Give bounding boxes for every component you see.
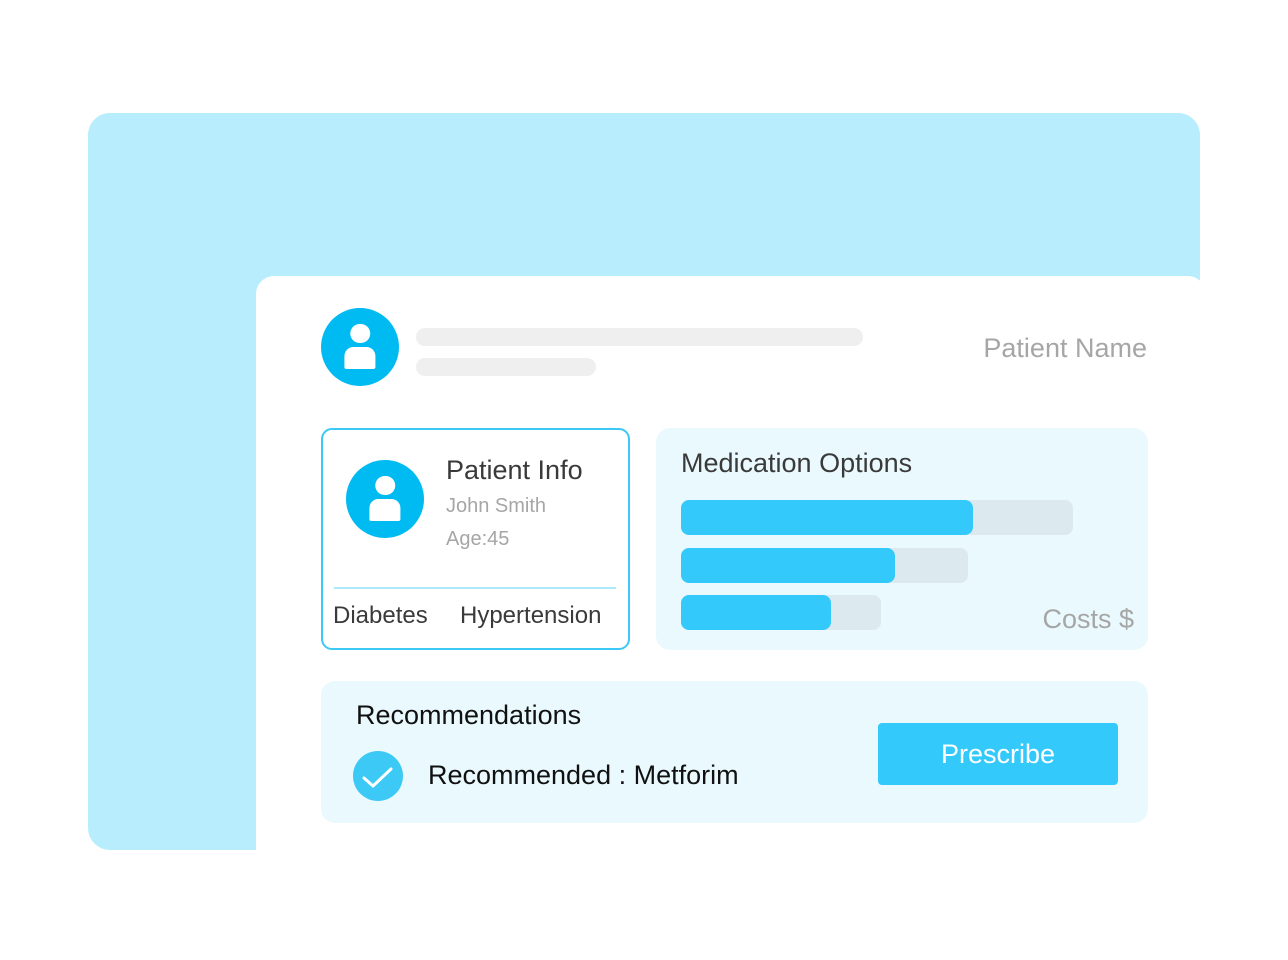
medication-bar-3[interactable] [681, 595, 881, 630]
prescribe-button[interactable]: Prescribe [878, 723, 1118, 785]
divider [334, 587, 616, 589]
check-circle-icon [353, 751, 403, 801]
medication-bar-2[interactable] [681, 548, 968, 583]
medication-bar-fill [681, 500, 974, 535]
condition-hypertension: Hypertension [460, 602, 602, 629]
recommended-medication: Recommended : Metforim [428, 760, 739, 790]
patient-info-card[interactable]: Patient Info John Smith Age:45 Diabetes … [321, 428, 630, 650]
patient-age: Age:45 [446, 528, 510, 550]
medication-options-title: Medication Options [681, 448, 913, 478]
placeholder-line [416, 328, 863, 346]
user-icon [346, 460, 424, 538]
medication-bar-fill [681, 595, 831, 630]
condition-diabetes: Diabetes [333, 602, 428, 629]
placeholder-line [416, 358, 596, 376]
medication-bar-1[interactable] [681, 500, 1073, 535]
recommendations-title: Recommendations [356, 700, 582, 730]
recommendations-panel: Recommendations Recommended : Metforim P… [321, 681, 1148, 823]
patient-info-title: Patient Info [446, 455, 583, 485]
patient-name-label: Patient Name [983, 333, 1147, 363]
medication-options-panel: Medication Options Costs $ [656, 428, 1148, 650]
app-frame: Patient Name Patient Info John Smith Age… [88, 113, 1206, 910]
costs-label: Costs $ [1042, 604, 1134, 634]
patient-name: John Smith [446, 495, 547, 517]
patient-dashboard-card: Patient Name Patient Info John Smith Age… [256, 276, 1206, 910]
user-icon[interactable] [321, 308, 399, 386]
medication-bar-fill [681, 548, 895, 583]
